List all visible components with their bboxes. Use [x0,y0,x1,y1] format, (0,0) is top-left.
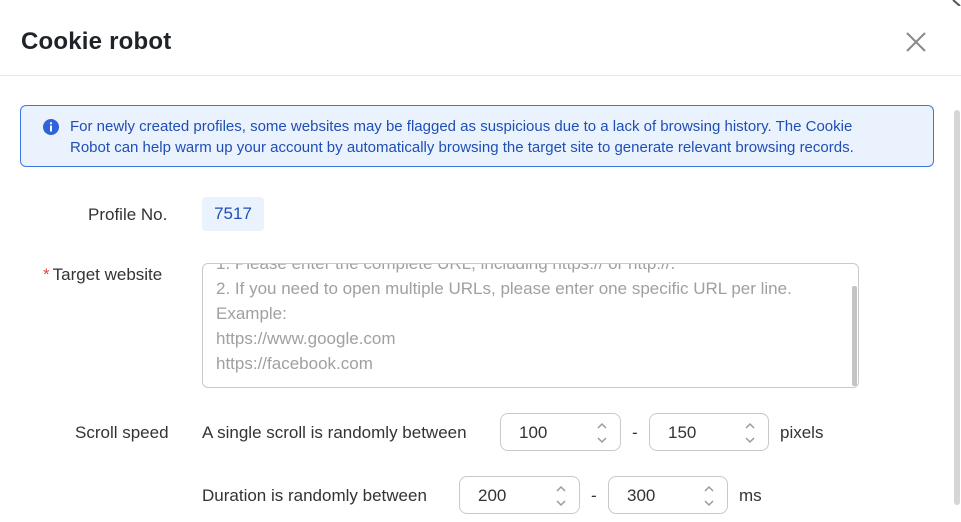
target-website-label-text: Target website [52,265,163,284]
max-ms-input[interactable]: 300 [608,476,728,514]
target-website-label: * Target website [43,265,162,285]
info-icon [43,119,59,135]
dialog-scrollbar[interactable] [953,110,961,522]
profile-number: 7517 [202,197,264,231]
dialog-title: Cookie robot [21,28,172,55]
max-pixels-input[interactable]: 150 [649,413,769,451]
corner-resize-icon [952,0,961,6]
duration-text: Duration is randomly between [202,486,427,505]
min-ms-value: 200 [478,486,507,505]
stepper-arrows[interactable] [703,483,715,509]
stepper-chevrons-icon [597,422,607,444]
placeholder-line: 2. If you need to open multiple URLs, pl… [216,279,792,298]
close-button[interactable] [900,26,932,58]
placeholder-line: https://facebook.com [216,354,373,373]
dialog-header: Cookie robot [0,0,961,76]
placeholder-line: Example: [216,304,287,323]
dialog-scrollbar-thumb[interactable] [954,110,960,505]
stepper-chevrons-icon [745,422,755,444]
stepper-arrows[interactable] [596,420,608,446]
min-pixels-input[interactable]: 100 [500,413,621,451]
info-notice: For newly created profiles, some website… [20,105,934,167]
pixels-separator: - [632,423,638,442]
pixels-unit: pixels [780,423,824,442]
close-icon [906,32,926,52]
profile-label: Profile No. [88,205,168,224]
ms-unit: ms [739,486,762,505]
stepper-arrows[interactable] [555,483,567,509]
placeholder-line: 1. Please enter the complete URL, includ… [216,263,676,273]
textarea-placeholder: 1. Please enter the complete URL, includ… [216,263,846,376]
stepper-chevrons-icon [704,485,714,507]
notice-line-2: Robot can help warm up your account by a… [70,139,854,156]
min-pixels-value: 100 [519,423,548,442]
single-scroll-text: A single scroll is randomly between [202,423,467,442]
ms-separator: - [591,486,597,505]
max-ms-value: 300 [627,486,656,505]
required-mark: * [43,265,50,284]
stepper-chevrons-icon [556,485,566,507]
notice-line-1: For newly created profiles, some website… [70,118,853,135]
placeholder-line: https://www.google.com [216,329,396,348]
max-pixels-value: 150 [668,423,697,442]
stepper-arrows[interactable] [744,420,756,446]
target-website-textarea[interactable]: 1. Please enter the complete URL, includ… [202,263,859,388]
scroll-speed-label: Scroll speed [75,423,169,442]
notice-text: For newly created profiles, some website… [70,116,920,158]
min-ms-input[interactable]: 200 [459,476,580,514]
textarea-scrollbar[interactable] [852,286,857,386]
